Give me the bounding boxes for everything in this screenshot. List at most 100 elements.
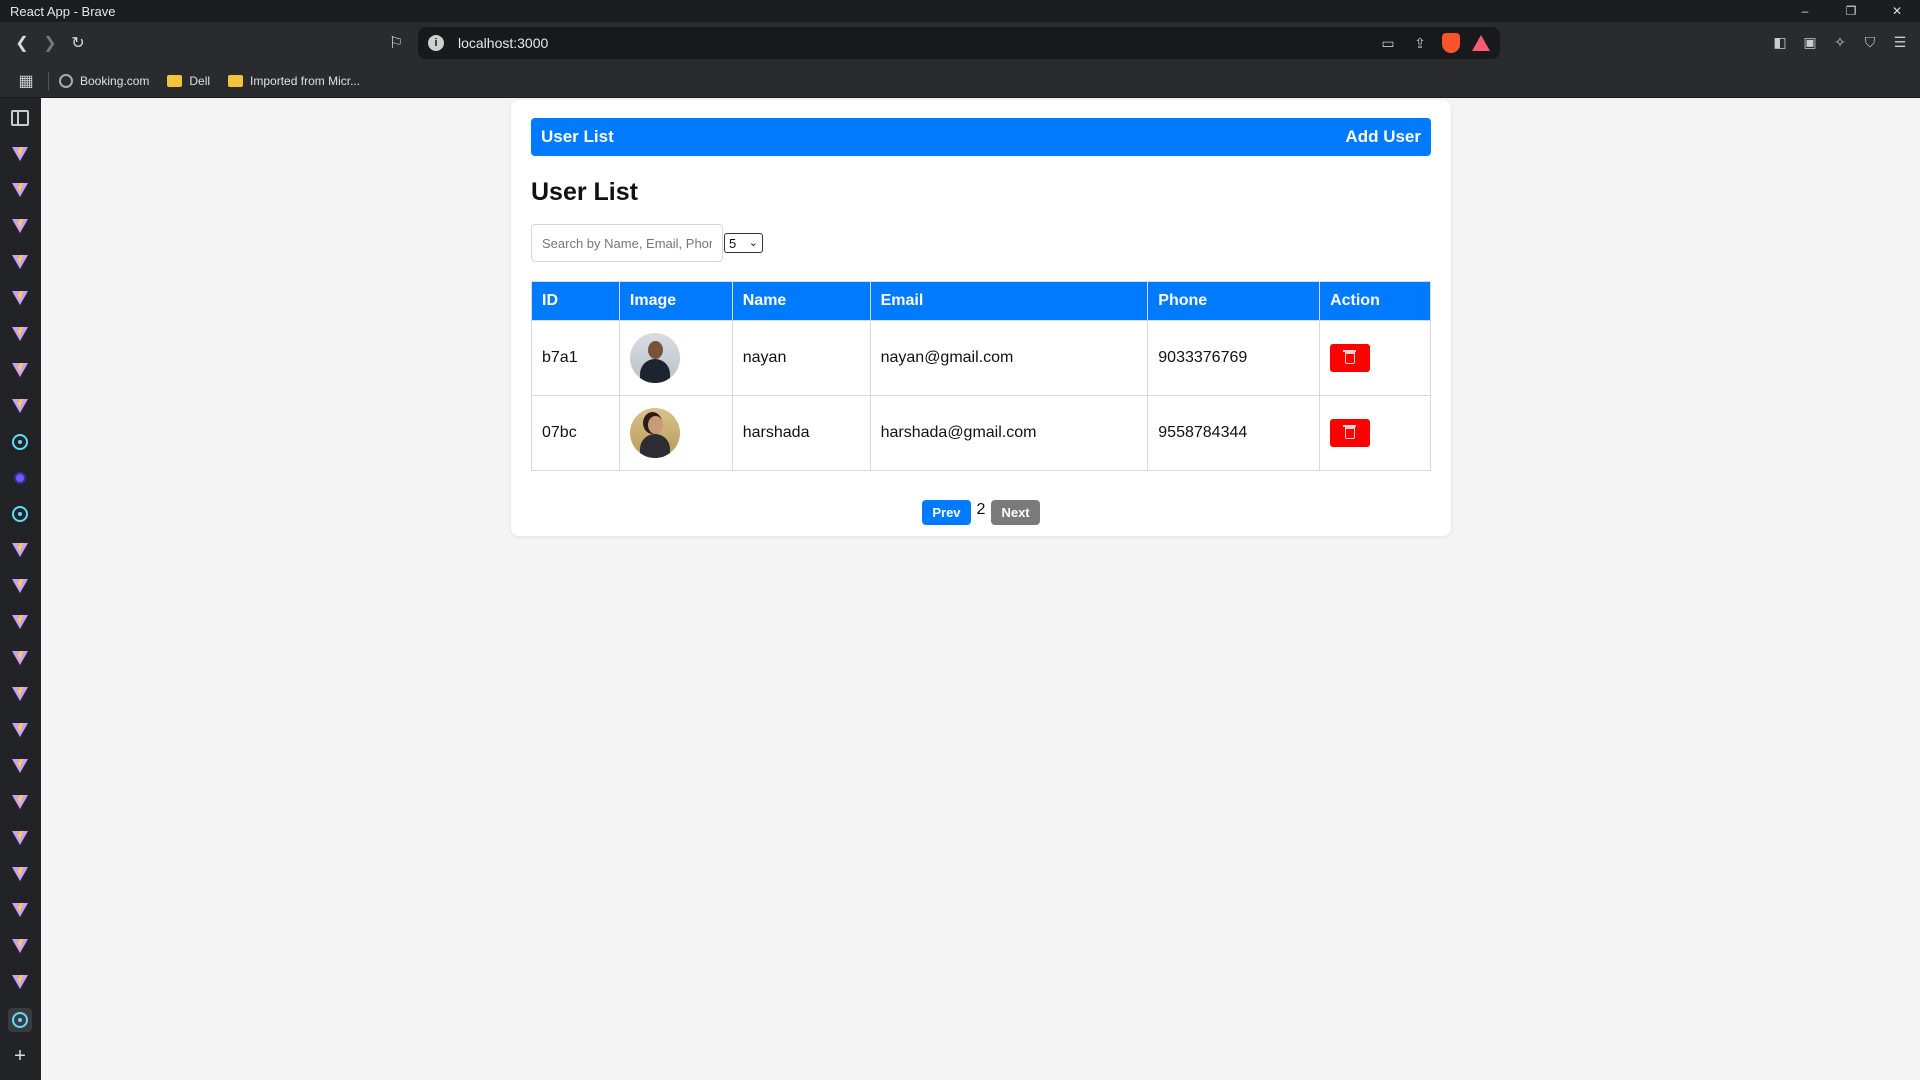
avatar <box>629 408 680 458</box>
vite-tab-icon[interactable] <box>10 360 30 380</box>
vite-tab-icon[interactable] <box>10 684 30 704</box>
bookmark-page-icon[interactable]: ⚐ <box>382 29 410 57</box>
app-navbar: User List Add User <box>531 118 1431 156</box>
globe-icon <box>59 73 73 88</box>
nav-add-user-link[interactable]: Add User <box>1345 127 1421 147</box>
trash-icon <box>1343 425 1357 439</box>
bookmark-label: Imported from Micr... <box>250 73 361 88</box>
page-title: User List <box>531 178 638 206</box>
per-page-value: 5 <box>729 235 737 251</box>
avatar <box>629 333 680 383</box>
header-id: ID <box>531 281 620 321</box>
reload-button[interactable]: ↻ <box>64 29 92 57</box>
vite-tab-icon[interactable] <box>10 180 30 200</box>
vite-tab-icon[interactable] <box>10 792 30 812</box>
cell-action <box>1319 395 1431 471</box>
react-active-tab-icon[interactable] <box>8 1008 32 1032</box>
chevron-down-icon: ⌄ <box>748 237 758 249</box>
header-name: Name <box>731 281 871 321</box>
apps-grid-icon[interactable]: ▦ <box>12 67 40 95</box>
vite-tab-icon[interactable] <box>10 720 30 740</box>
users-table: ID Image Name Email Phone Action b7a1 na… <box>531 281 1431 471</box>
menu-icon[interactable]: ☰ <box>1890 32 1910 52</box>
restore-button[interactable]: ❐ <box>1828 0 1874 22</box>
cell-id: 07bc <box>531 395 620 471</box>
wallet-icon[interactable]: ▣ <box>1800 32 1820 52</box>
cast-icon[interactable]: ▭ <box>1378 33 1398 53</box>
header-action: Action <box>1319 281 1431 321</box>
cell-phone: 9033376769 <box>1147 320 1321 396</box>
vite-tab-icon[interactable] <box>10 648 30 668</box>
vite-tab-icon[interactable] <box>10 612 30 632</box>
leo-ai-icon[interactable]: ✧ <box>1830 32 1850 52</box>
page-viewport: User List Add User User List 5 ⌄ ID Imag… <box>41 98 1920 1080</box>
table-header-row: ID Image Name Email Phone Action <box>531 281 1431 321</box>
current-page-number: 2 <box>976 500 986 518</box>
bookmark-imported[interactable]: Imported from Micr... <box>228 74 360 88</box>
cell-phone: 9558784344 <box>1147 395 1321 471</box>
cell-action <box>1319 320 1431 396</box>
cell-image <box>618 320 733 396</box>
table-row: 07bc harshada harshada@gmail.com 9558784… <box>531 395 1431 471</box>
cell-email: nayan@gmail.com <box>869 320 1149 396</box>
new-tab-plus-icon[interactable]: + <box>10 1045 30 1067</box>
close-window-button[interactable]: ✕ <box>1874 0 1920 22</box>
back-button[interactable]: ❮ <box>8 29 36 57</box>
sidebar-toggle-icon[interactable]: ◧ <box>1770 32 1790 52</box>
brave-rewards-icon[interactable] <box>1472 35 1490 51</box>
vite-tab-icon[interactable] <box>10 252 30 272</box>
bookmark-label: Dell <box>189 73 211 88</box>
vite-tab-icon[interactable] <box>10 900 30 920</box>
vpn-shield-icon[interactable]: ⛉ <box>1860 32 1880 52</box>
per-page-select[interactable]: 5 ⌄ <box>724 233 763 253</box>
vite-tab-icon[interactable] <box>10 756 30 776</box>
nav-user-list-link[interactable]: User List <box>541 127 614 147</box>
vite-tab-icon[interactable] <box>10 288 30 308</box>
bookmark-booking[interactable]: Booking.com <box>59 73 150 88</box>
forward-button[interactable]: ❯ <box>36 29 64 57</box>
vite-tab-icon[interactable] <box>10 216 30 236</box>
vite-tab-icon[interactable] <box>10 324 30 344</box>
vite-tab-icon[interactable] <box>10 828 30 848</box>
react-tab-icon[interactable] <box>10 504 30 524</box>
cell-name: harshada <box>731 395 871 471</box>
vertical-tabs-sidebar: + <box>0 98 41 1080</box>
window-controls: – ❐ ✕ <box>1782 0 1920 22</box>
delete-button[interactable] <box>1330 419 1371 447</box>
cell-id: b7a1 <box>531 320 620 396</box>
toolbar-right-icons: ◧ ▣ ✧ ⛉ ☰ <box>1770 32 1910 52</box>
window-titlebar: React App - Brave – ❐ ✕ <box>0 0 1920 22</box>
cell-image <box>618 395 733 471</box>
vite-tab-icon[interactable] <box>10 144 30 164</box>
vite-tab-icon[interactable] <box>10 936 30 956</box>
user-list-card: User List Add User User List 5 ⌄ ID Imag… <box>511 100 1451 536</box>
vite-tab-icon[interactable] <box>10 576 30 596</box>
panel-toggle-icon[interactable] <box>10 108 30 128</box>
folder-icon <box>167 74 183 87</box>
search-input[interactable] <box>531 224 723 262</box>
browser-toolbar: ❮ ❯ ↻ ⚐ i localhost:3000 ▭ ⇪ ◧ ▣ ✧ ⛉ ☰ <box>0 22 1920 64</box>
site-info-icon[interactable]: i <box>428 35 444 51</box>
bookmarks-divider <box>48 71 49 90</box>
prev-page-button[interactable]: Prev <box>922 500 971 525</box>
address-bar[interactable]: i localhost:3000 ▭ ⇪ <box>418 27 1500 59</box>
next-page-button[interactable]: Next <box>991 500 1040 525</box>
cell-name: nayan <box>731 320 871 396</box>
brave-shields-icon[interactable] <box>1442 33 1460 53</box>
bookmark-label: Booking.com <box>80 73 150 88</box>
address-bar-actions: ▭ ⇪ <box>1378 33 1490 53</box>
vite-tab-icon[interactable] <box>10 864 30 884</box>
delete-button[interactable] <box>1330 344 1371 372</box>
trash-icon <box>1343 350 1357 364</box>
vite-tab-icon[interactable] <box>10 972 30 992</box>
bookmark-dell[interactable]: Dell <box>167 74 210 88</box>
vite-tab-icon[interactable] <box>10 540 30 560</box>
minimize-button[interactable]: – <box>1782 0 1828 22</box>
react-tab-icon[interactable] <box>10 432 30 452</box>
vite-tab-icon[interactable] <box>10 396 30 416</box>
header-phone: Phone <box>1147 281 1321 321</box>
purple-dot-tab-icon[interactable] <box>10 468 30 488</box>
share-icon[interactable]: ⇪ <box>1410 33 1430 53</box>
url-text[interactable]: localhost:3000 <box>458 35 548 51</box>
bookmarks-bar: ▦ Booking.com Dell Imported from Micr... <box>0 64 1920 98</box>
